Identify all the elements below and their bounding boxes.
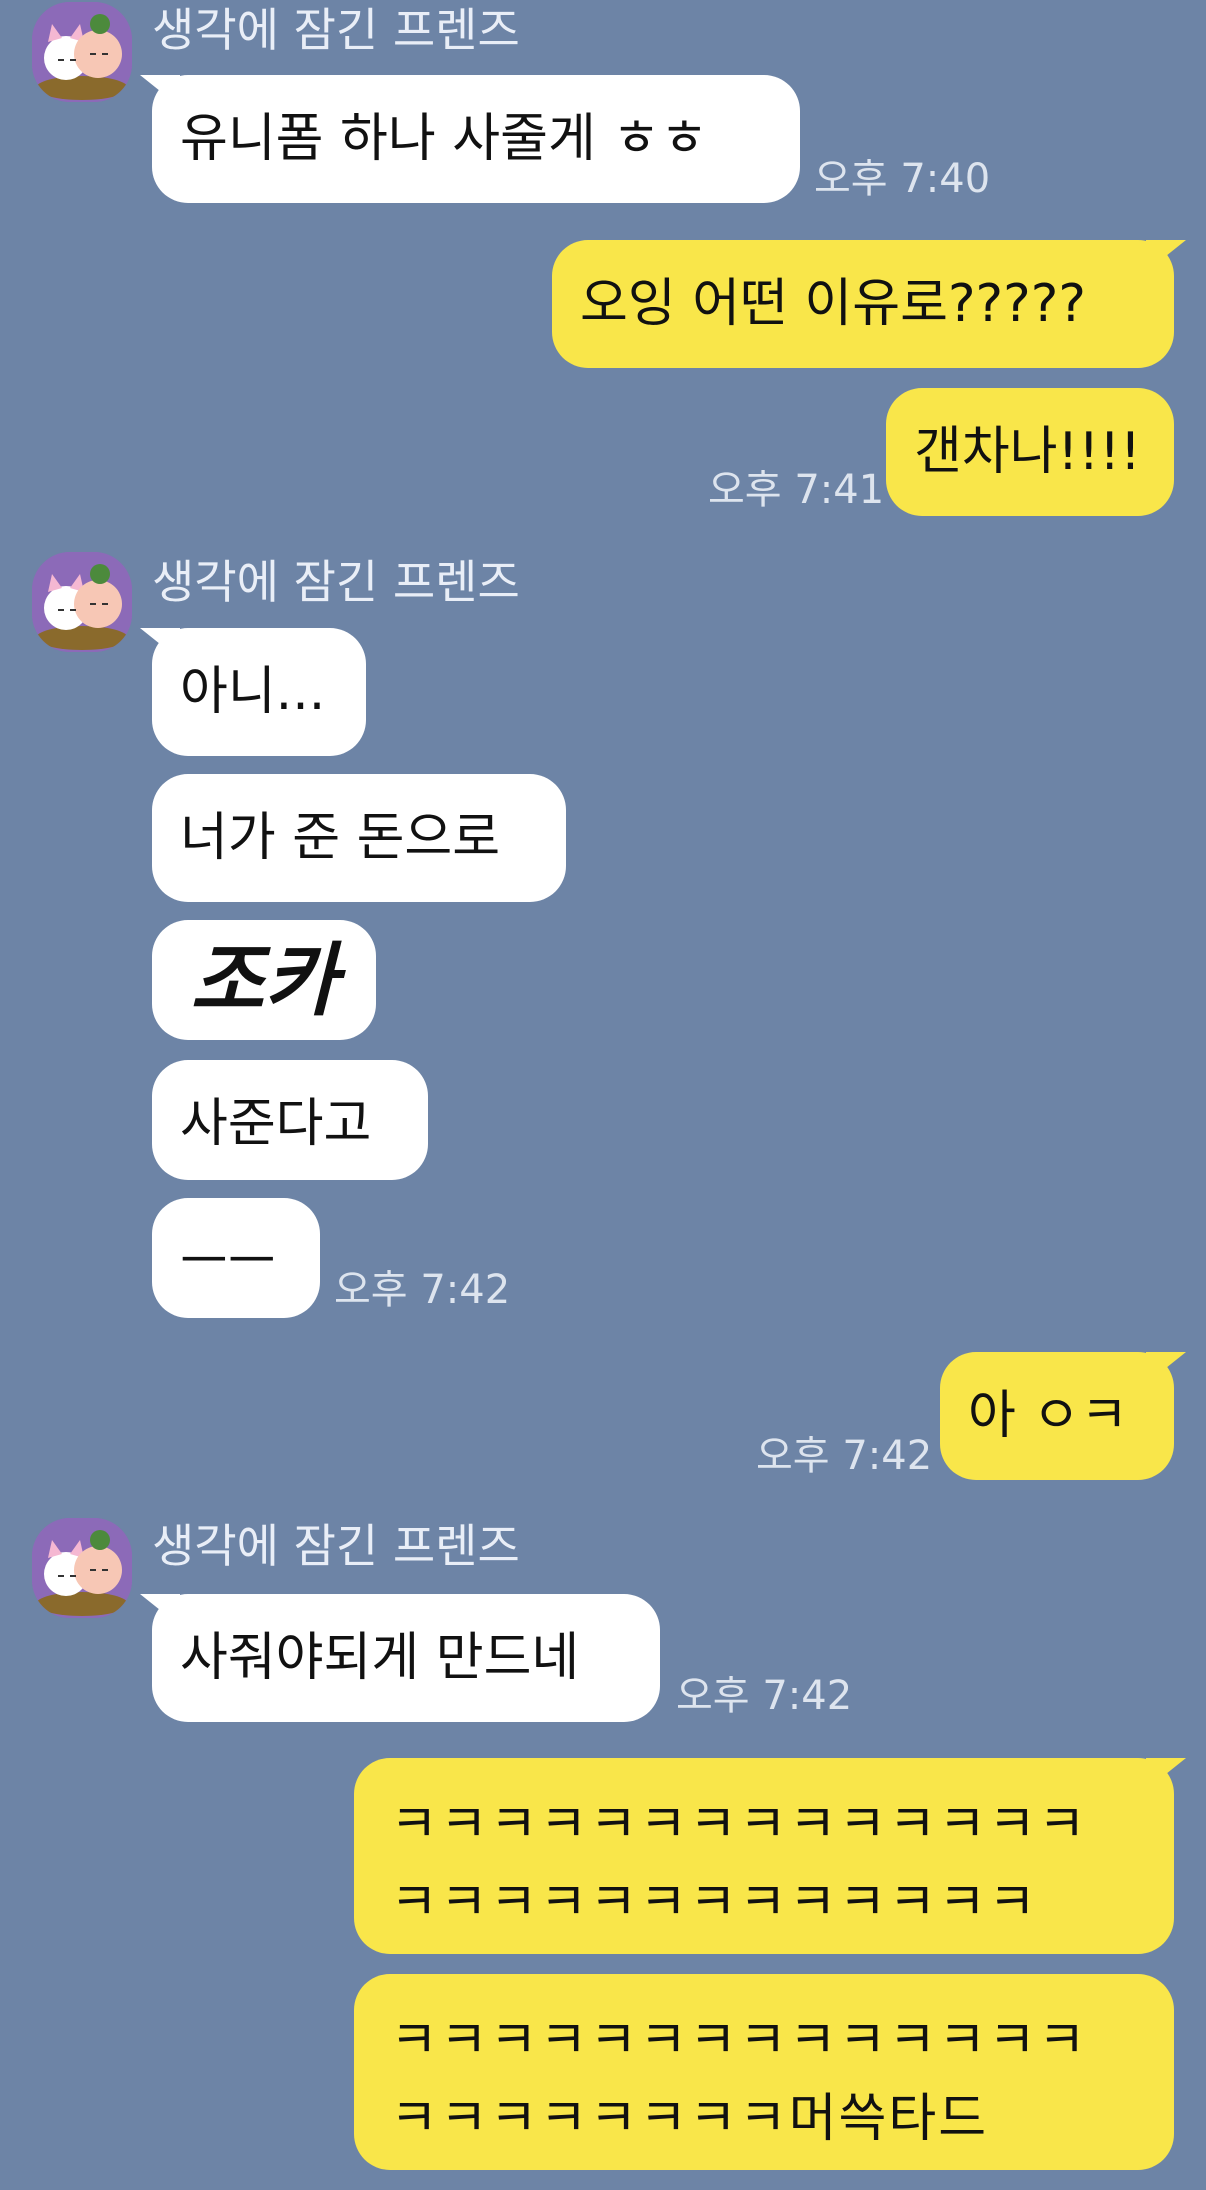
sender-avatar[interactable] [32,552,132,652]
profile-avatar-icon [32,2,132,102]
message-bubble-incoming[interactable]: 너가 준 돈으로 [152,774,566,902]
message-text: ㅡㅡ [180,1232,276,1292]
message-text: 조카 [190,933,338,1027]
sender-name: 생각에 잠긴 프렌즈 [152,3,520,57]
message-bubble-outgoing[interactable]: ㅋㅋㅋㅋㅋㅋㅋㅋㅋㅋㅋㅋㅋㅋ ㅋㅋㅋㅋㅋㅋㅋㅋㅋㅋㅋㅋㅋ [354,1758,1186,1954]
message-bubble-incoming[interactable]: 아니... [140,628,366,756]
message-bubble-incoming[interactable]: 유니폼 하나 사줄게 ㅎㅎ [140,75,800,203]
message-text: 사준다고 [180,1094,372,1154]
message-time: 오후 7:42 [334,1267,511,1313]
message-bubble-outgoing[interactable]: 갠차나!!!! [886,388,1174,516]
profile-avatar-icon [32,1518,132,1618]
sender-name: 생각에 잠긴 프렌즈 [152,1519,520,1573]
sender-avatar[interactable] [32,1518,132,1618]
message-text: 너가 준 돈으로 [180,808,501,868]
sender-name: 생각에 잠긴 프렌즈 [152,555,520,609]
message-time: 오후 7:40 [814,156,991,202]
message-text: 아 ㅇㅋ [968,1386,1129,1446]
sender-avatar[interactable] [32,2,132,102]
message-text: 유니폼 하나 사줄게 ㅎㅎ [180,109,708,169]
message-bubble-outgoing[interactable]: 오잉 어떤 이유로????? [552,240,1186,368]
profile-avatar-icon [32,552,132,652]
message-bubble-incoming[interactable]: 조카 [152,920,376,1040]
message-bubble-outgoing[interactable]: 아 ㅇㅋ [940,1352,1186,1480]
message-text: 사줘야되게 만드네 [180,1628,580,1688]
message-time: 오후 7:41 [708,467,885,513]
message-text: 아니... [180,662,326,722]
message-text: 오잉 어떤 이유로????? [580,274,1086,334]
message-time: 오후 7:42 [756,1433,933,1479]
message-bubble-incoming[interactable]: ㅡㅡ [152,1198,320,1318]
message-bubble-incoming[interactable]: 사준다고 [152,1060,428,1180]
message-text: ㅋㅋㅋㅋㅋㅋㅋㅋㅋㅋㅋㅋㅋㅋ ㅋㅋㅋㅋㅋㅋㅋㅋㅋㅋㅋㅋㅋ [390,1795,1088,1933]
message-bubble-incoming[interactable]: 사줘야되게 만드네 [140,1594,660,1722]
message-text: 갠차나!!!! [914,422,1141,482]
message-text: ㅋㅋㅋㅋㅋㅋㅋㅋㅋㅋㅋㅋㅋㅋ ㅋㅋㅋㅋㅋㅋㅋㅋ머쓱타드 [390,2011,1088,2149]
message-bubble-outgoing[interactable]: ㅋㅋㅋㅋㅋㅋㅋㅋㅋㅋㅋㅋㅋㅋ ㅋㅋㅋㅋㅋㅋㅋㅋ머쓱타드 [354,1974,1174,2170]
message-time: 오후 7:42 [676,1673,853,1719]
